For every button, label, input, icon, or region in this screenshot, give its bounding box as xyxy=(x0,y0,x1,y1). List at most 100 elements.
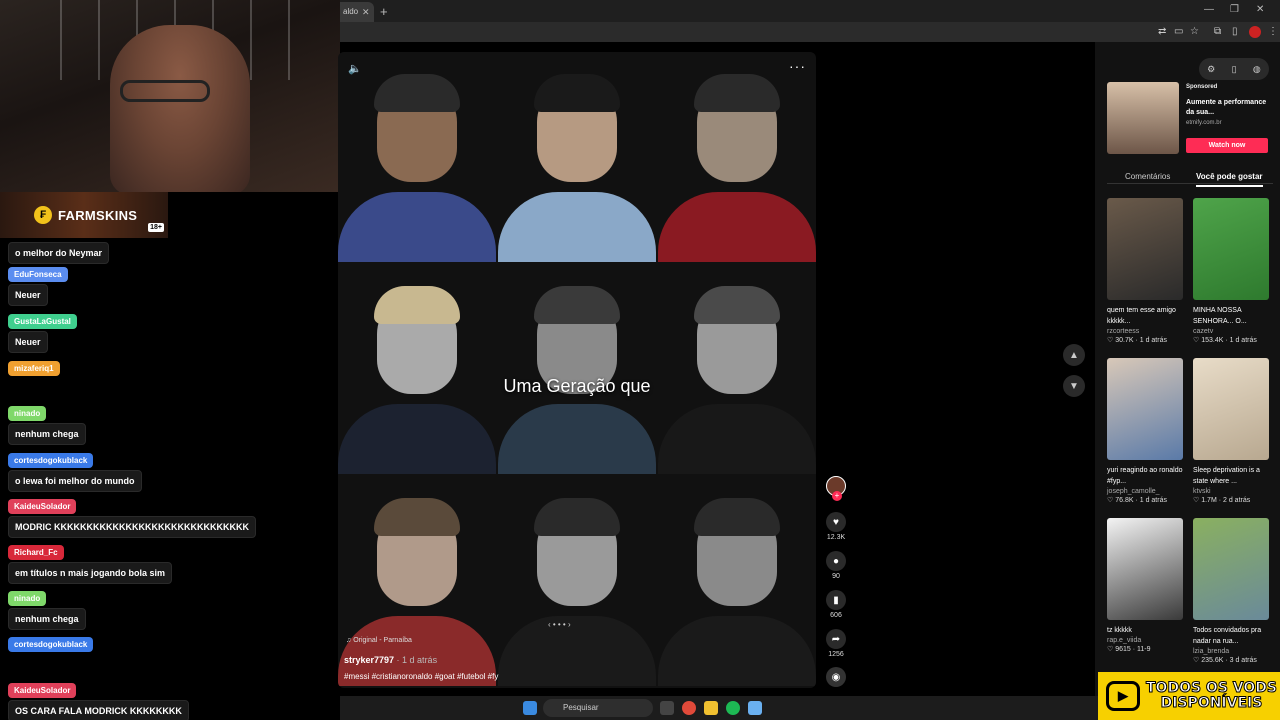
chat-username: EduFonseca xyxy=(8,267,68,282)
profile-avatar[interactable] xyxy=(1249,26,1261,38)
glasses xyxy=(120,80,210,102)
task-view-icon[interactable] xyxy=(660,701,674,715)
recommended-video-card[interactable]: Sleep deprivation is a state where ... kt… xyxy=(1193,358,1269,504)
video-author[interactable]: stryker7797 · 1 d atrás xyxy=(344,655,437,665)
watch-now-button[interactable]: Watch now xyxy=(1186,138,1268,153)
video-hashtags[interactable]: #messi #cristianoronaldo #goat #futebol … xyxy=(344,672,498,681)
bookmark-star-icon[interactable]: ☆ xyxy=(1190,26,1199,37)
more-options-icon[interactable]: ··· xyxy=(789,58,806,74)
sidebar-icon[interactable]: ▯ xyxy=(1232,26,1238,37)
vods-play-icon: ▶ xyxy=(1106,681,1140,711)
recommended-video-card[interactable]: Todos convidados pra nadar na rua... lzia… xyxy=(1193,518,1269,664)
video-player[interactable]: 🔈 ··· Uma Geração que ‹ • • • › ♫ Origin… xyxy=(338,52,816,688)
webcam-feed xyxy=(0,0,340,192)
player-neymar xyxy=(338,52,496,262)
previous-video-chevron-up-icon[interactable]: ▲ xyxy=(1063,344,1085,366)
share-arrow-icon[interactable]: ➦ xyxy=(826,629,846,649)
phone-icon[interactable]: ▯ xyxy=(1232,64,1237,75)
sponsor-name: FARMSKINS xyxy=(58,207,138,223)
tab-close-icon[interactable]: ✕ xyxy=(362,7,370,18)
ad-title[interactable]: Aumente a performance da sua... xyxy=(1186,98,1270,118)
video-author[interactable]: cazetv xyxy=(1193,328,1269,335)
user-avatar-icon[interactable]: ◍ xyxy=(1253,64,1261,75)
video-stats: ♡ 76.8K · 1 d atrás xyxy=(1107,497,1167,504)
video-thumbnail[interactable] xyxy=(1107,358,1183,460)
like-count: 12.3K xyxy=(826,534,846,541)
video-stats: ♡ 153.4K · 1 d atrás xyxy=(1193,337,1257,344)
minimize-icon[interactable]: — xyxy=(1204,4,1214,15)
video-title[interactable]: quem tem esse amigo kkkkk... xyxy=(1107,305,1183,327)
video-title[interactable]: Todos convidados pra nadar na rua... xyxy=(1193,625,1269,647)
player-suarez xyxy=(498,52,656,262)
cast-icon[interactable]: ▭ xyxy=(1174,26,1183,37)
recommended-video-card[interactable]: MINHA NOSSA SENHORA... O... cazetv ♡ 153.4… xyxy=(1193,198,1269,344)
windows-start-icon[interactable] xyxy=(523,701,537,715)
spotify-icon[interactable] xyxy=(726,701,740,715)
video-author[interactable]: lzia_brenda xyxy=(1193,648,1269,655)
chrome-icon[interactable] xyxy=(682,701,696,715)
video-thumbnail[interactable] xyxy=(1193,518,1269,620)
music-label[interactable]: ♫ Original - Parnaíba xyxy=(346,637,412,644)
ad-thumbnail[interactable] xyxy=(1107,82,1179,154)
translate-icon[interactable]: ⇄ xyxy=(1158,26,1166,37)
music-disc-icon[interactable]: ◉ xyxy=(826,667,846,687)
recommended-video-card[interactable]: yuri reagindo ao ronaldo #fyp... joseph_c… xyxy=(1107,358,1183,504)
video-thumbnail[interactable] xyxy=(1193,358,1269,460)
age-badge: 18+ xyxy=(148,223,164,232)
creator-avatar[interactable]: + xyxy=(826,476,846,501)
side-panel: ⚙ ▯ ◍ Sponsored Aumente a performance da… xyxy=(1095,42,1280,696)
taskbar-search[interactable]: Pesquisar xyxy=(543,699,653,717)
video-author[interactable]: rap.e_viida xyxy=(1107,637,1183,644)
settings-icon[interactable]: ⚙ xyxy=(1207,64,1215,75)
video-stats: ♡ 235.6K · 3 d atrás xyxy=(1193,657,1257,664)
vods-banner: ▶ TODOS OS VODS DISPONÍVEIS xyxy=(1098,672,1280,720)
close-window-icon[interactable]: ✕ xyxy=(1256,4,1264,15)
carousel-indicator[interactable]: ‹ • • • › xyxy=(548,620,571,629)
chat-text: MODRIC KKKKKKKKKKKKKKKKKKKKKKKKKKKKKK xyxy=(8,516,256,538)
chat-text: Neuer xyxy=(8,331,48,353)
menu-icon[interactable]: ⋮ xyxy=(1268,26,1278,37)
chat-text: o melhor do Neymar xyxy=(8,242,110,264)
chat-username: cortesdogokublack xyxy=(8,453,94,468)
recommended-video-card[interactable]: tz kkkkk rap.e_viida ♡ 9615 · 11-9 xyxy=(1107,518,1183,653)
browser-tab[interactable]: aldo ✕ xyxy=(340,2,374,22)
tab-comments[interactable]: Comentários xyxy=(1125,172,1170,181)
new-tab-icon[interactable]: + xyxy=(380,4,388,19)
follow-plus-icon[interactable]: + xyxy=(832,491,842,501)
chat-message: ninado nenhum chega xyxy=(8,406,86,445)
video-thumbnail[interactable] xyxy=(1107,518,1183,620)
ad-source: etmify.com.br xyxy=(1186,120,1222,126)
recommended-video-card[interactable]: quem tem esse amigo kkkkk... rzcorteess ♡ … xyxy=(1107,198,1183,344)
video-title[interactable]: yuri reagindo ao ronaldo #fyp... xyxy=(1107,465,1183,487)
comment-icon[interactable]: ● xyxy=(826,551,846,571)
next-video-chevron-down-icon[interactable]: ▼ xyxy=(1063,375,1085,397)
chat-text: OS CARA FALA MODRICK KKKKKKKK xyxy=(8,700,189,720)
address-bar[interactable]: ⇄ ▭ ☆ ⧉ ▯ ⋮ xyxy=(340,22,1280,42)
video-thumbnail[interactable] xyxy=(1193,198,1269,300)
player-benzema xyxy=(658,476,816,686)
bookmark-icon[interactable]: ▮ xyxy=(826,590,846,610)
video-title[interactable]: MINHA NOSSA SENHORA... O... xyxy=(1193,305,1269,327)
video-author[interactable]: rzcorteess xyxy=(1107,328,1183,335)
video-thumbnail[interactable] xyxy=(1107,198,1183,300)
sponsor-logo-icon: ₣ xyxy=(34,206,52,224)
author-name[interactable]: stryker7797 xyxy=(344,655,394,665)
chat-text: o lewa foi melhor do mundo xyxy=(8,470,142,492)
chat-message: cortesdogokublack o lewa foi melhor do mu… xyxy=(8,453,142,492)
file-explorer-icon[interactable] xyxy=(704,701,718,715)
video-author[interactable]: joseph_camolle_ xyxy=(1107,488,1183,495)
chat-username: Richard_Fc xyxy=(8,545,64,560)
video-title[interactable]: tz kkkkk xyxy=(1107,625,1183,636)
video-title[interactable]: Sleep deprivation is a state where ... xyxy=(1193,465,1269,487)
app-icon[interactable] xyxy=(748,701,762,715)
video-author[interactable]: ktvski xyxy=(1193,488,1269,495)
chat-username: KaideuSolador xyxy=(8,499,77,514)
sponsored-ad[interactable]: Sponsored Aumente a performance da sua..… xyxy=(1107,82,1270,154)
like-heart-icon[interactable]: ♥ xyxy=(826,512,846,532)
player-lewandowski xyxy=(658,52,816,262)
volume-icon[interactable]: 🔈 xyxy=(348,62,362,75)
maximize-icon[interactable]: ❐ xyxy=(1230,4,1239,15)
tab-you-may-like[interactable]: Você pode gostar xyxy=(1196,172,1263,187)
video-stats: ♡ 1.7M · 2 d atrás xyxy=(1193,497,1251,504)
extensions-icon[interactable]: ⧉ xyxy=(1214,26,1221,37)
